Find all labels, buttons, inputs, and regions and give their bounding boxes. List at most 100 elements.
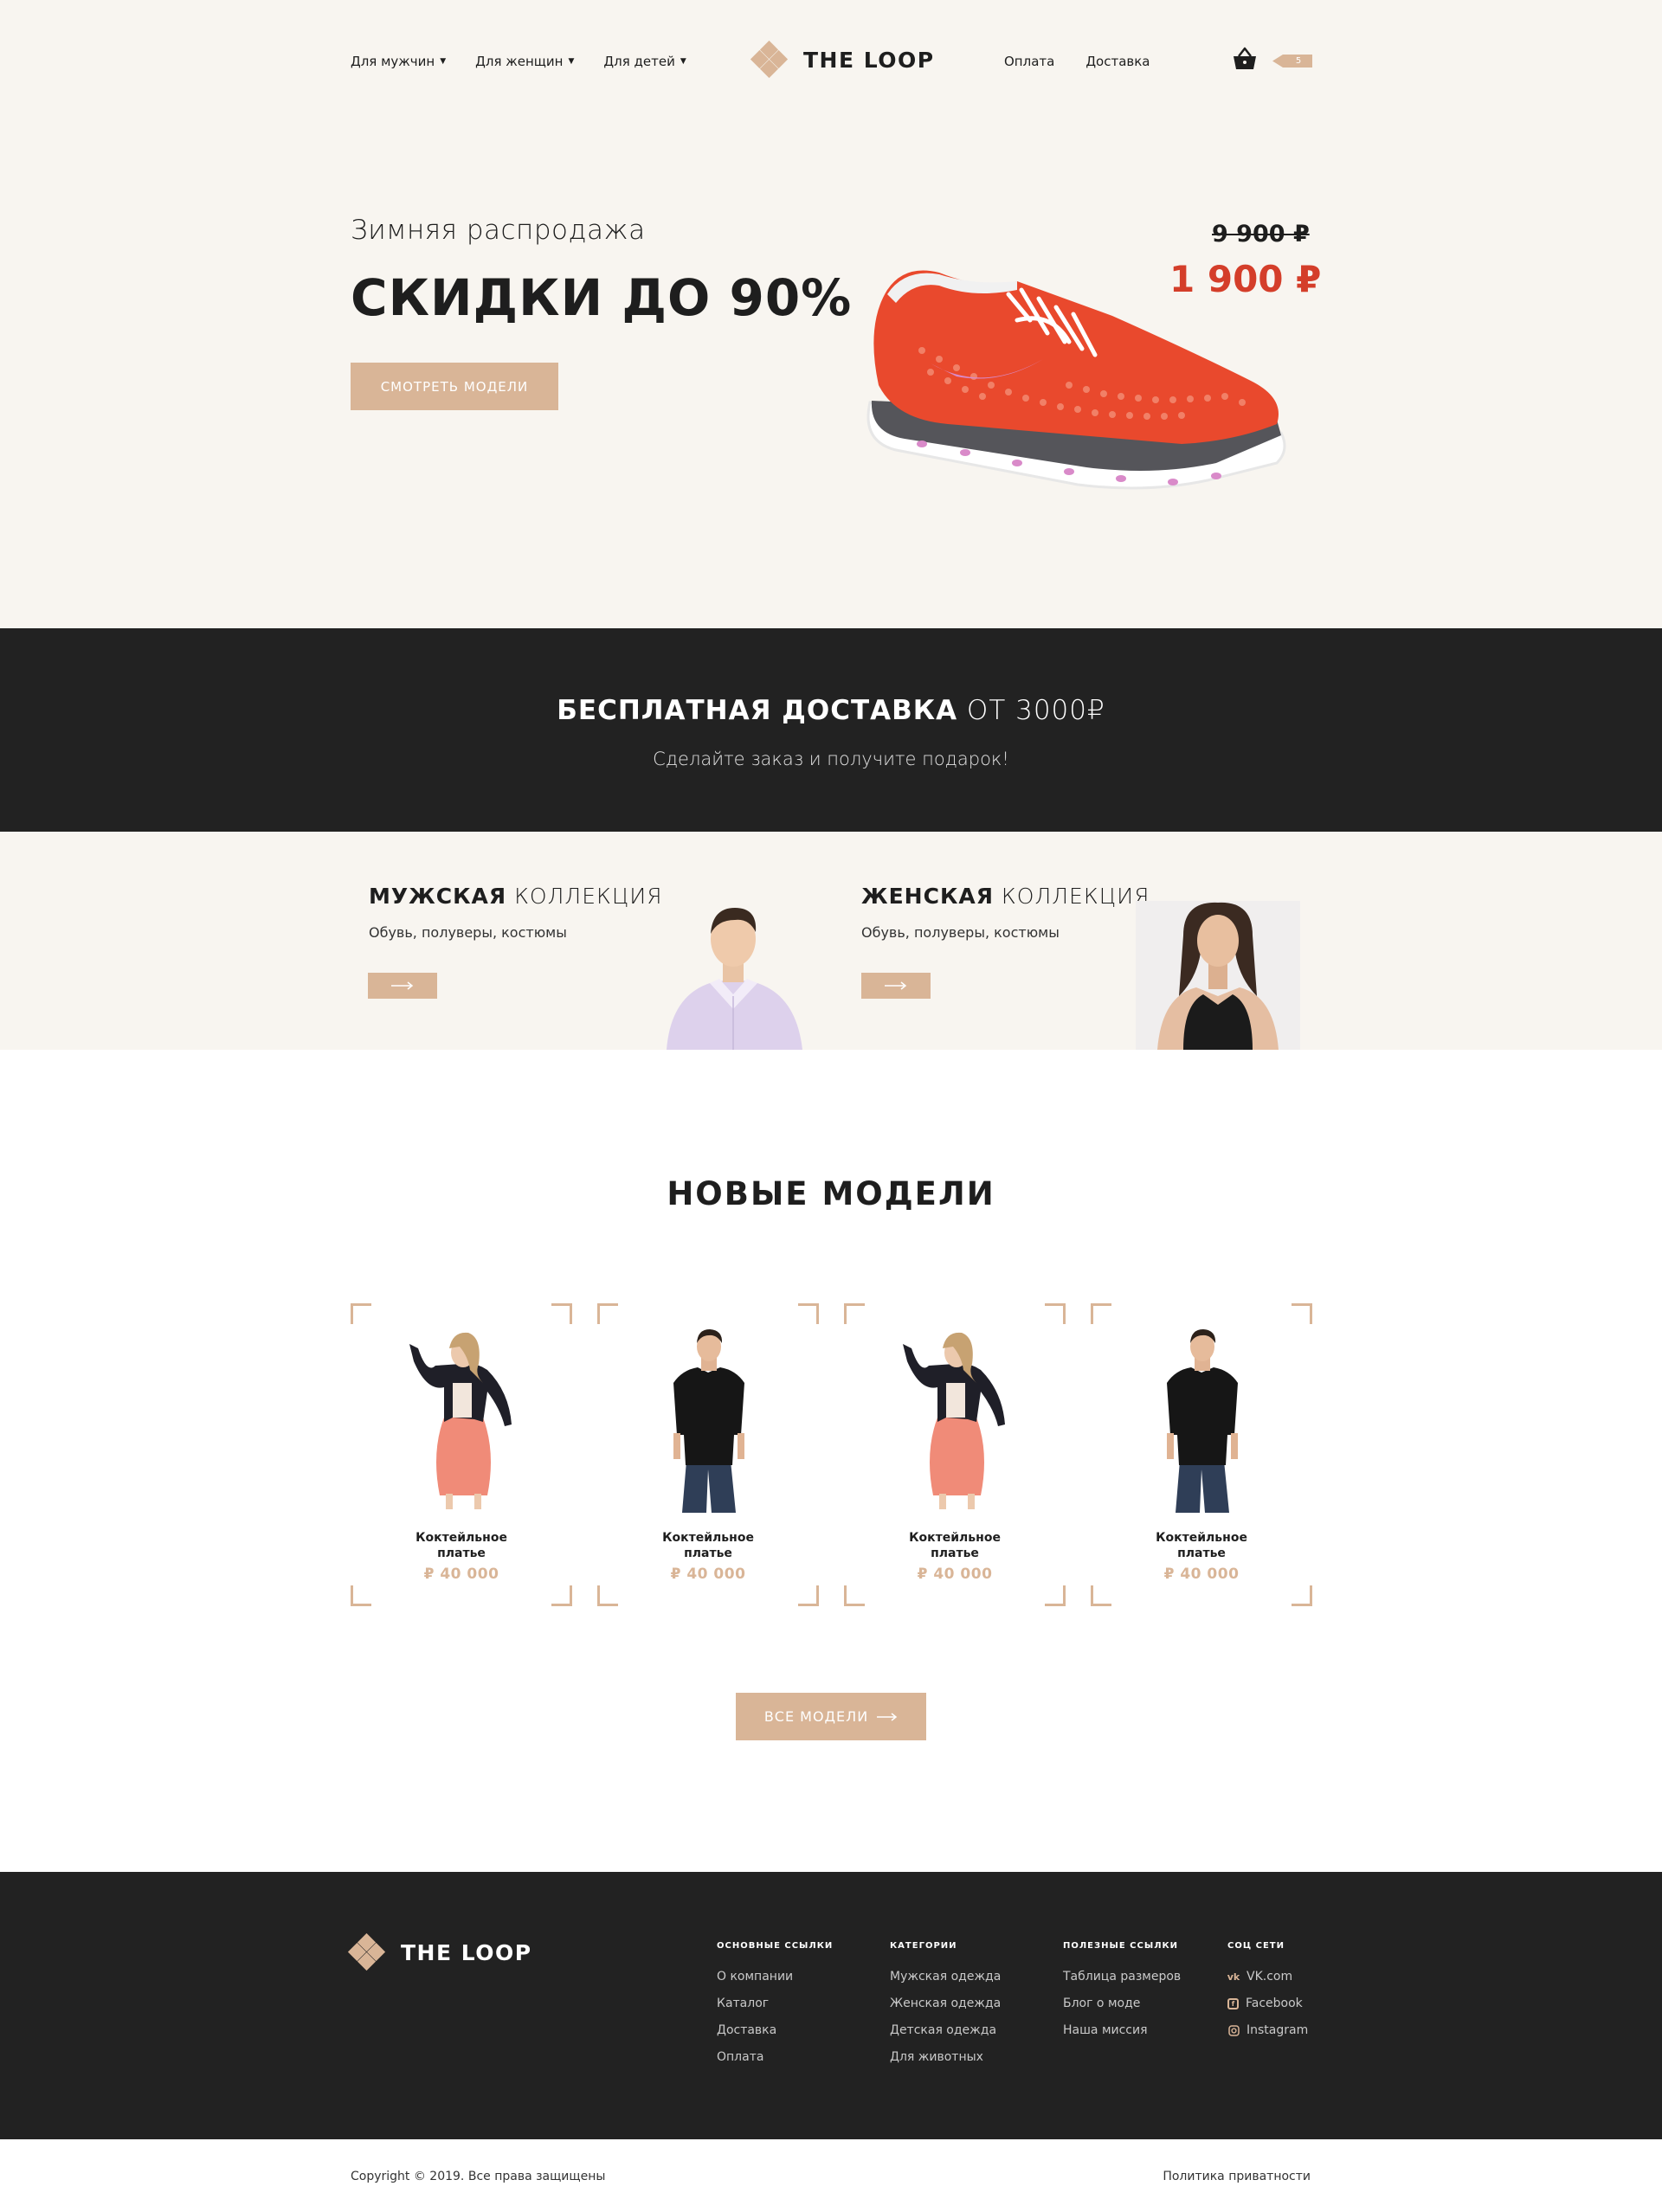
men-collection-button[interactable]: [368, 973, 437, 999]
logo-mark-icon: [347, 1932, 386, 1971]
logo-mark-icon: [750, 40, 789, 79]
arrow-right-icon: [877, 1712, 898, 1721]
frame-corner: [597, 1585, 618, 1606]
product-price: ₽ 40 000: [917, 1566, 993, 1583]
man-tshirt-image: [1167, 1329, 1238, 1513]
frame-corner: [1292, 1303, 1312, 1324]
footer-link-catalog[interactable]: Каталог: [717, 1997, 833, 2010]
footer-heading: КАТЕГОРИИ: [890, 1941, 957, 1951]
woman-dress-image: [409, 1332, 512, 1509]
nav-women-label: Для женщин: [475, 54, 564, 69]
product-card[interactable]: Коктейльное платье ₽ 40 000: [597, 1303, 819, 1606]
nav-men-label: Для мужчин: [351, 54, 435, 69]
nav-men[interactable]: Для мужчин ▼: [351, 54, 446, 69]
man-model-image: [667, 908, 802, 1050]
footer-link-mission[interactable]: Наша миссия: [1063, 2023, 1181, 2037]
women-collection-button[interactable]: [861, 973, 931, 999]
frame-corner: [798, 1303, 819, 1324]
collection-title: ЖЕНСКАЯ КОЛЛЕКЦИЯ: [861, 884, 1150, 909]
all-models-label: ВСЕ МОДЕЛИ: [763, 1708, 869, 1725]
hero-section: Для мужчин ▼ Для женщин ▼ Для детей ▼ TH…: [0, 0, 1662, 628]
frame-corner: [1045, 1303, 1066, 1324]
new-models-title: НОВЫЕ МОДЕЛИ: [667, 1175, 995, 1212]
footer-link-facebook[interactable]: f Facebook: [1227, 1997, 1308, 2010]
footer-link-sizes[interactable]: Таблица размеров: [1063, 1970, 1181, 1984]
women-collection: ЖЕНСКАЯ КОЛЛЕКЦИЯ Обувь, полуверы, костю…: [831, 832, 1662, 1050]
arrow-right-icon: [885, 981, 907, 990]
frame-corner: [351, 1585, 371, 1606]
footer-link-facebook-label: Facebook: [1246, 1997, 1303, 2010]
collection-title-rest: КОЛЛЕКЦИЯ: [993, 884, 1150, 909]
footer: THE LOOP ОСНОВНЫЕ ССЫЛКИ О компании Ката…: [0, 1872, 1662, 2139]
delivery-title-bold: БЕСПЛАТНАЯ ДОСТАВКА: [557, 695, 958, 726]
view-models-button[interactable]: СМОТРЕТЬ МОДЕЛИ: [351, 363, 558, 410]
footer-link-kids[interactable]: Детская одежда: [890, 2023, 1001, 2037]
footer-link-women[interactable]: Женская одежда: [890, 1997, 1001, 2010]
footer-logo-text: THE LOOP: [401, 1939, 532, 1965]
secondary-nav: Оплата Доставка: [1004, 54, 1150, 69]
delivery-title-rest: ОТ 3000₽: [957, 695, 1105, 726]
footer-column-main: ОСНОВНЫЕ ССЫЛКИ О компании Каталог Доста…: [717, 1941, 833, 2077]
cart-button[interactable]: [1231, 45, 1259, 73]
caret-down-icon: ▼: [680, 56, 686, 66]
nav-kids[interactable]: Для детей ▼: [603, 54, 686, 69]
frame-corner: [351, 1303, 371, 1324]
footer-heading: ОСНОВНЫЕ ССЫЛКИ: [717, 1941, 834, 1951]
logo-text: THE LOOP: [803, 47, 935, 73]
woman-dress-image: [903, 1332, 1005, 1509]
men-collection: МУЖСКАЯ КОЛЛЕКЦИЯ Обувь, полуверы, костю…: [0, 832, 831, 1050]
delivery-title: БЕСПЛАТНАЯ ДОСТАВКА ОТ 3000₽: [0, 695, 1662, 726]
footer-logo[interactable]: THE LOOP: [347, 1932, 532, 1971]
footer-link-payment[interactable]: Оплата: [717, 2050, 833, 2064]
nav-women[interactable]: Для женщин ▼: [475, 54, 574, 69]
instagram-icon: [1227, 2024, 1240, 2036]
new-price: 1 900 ₽: [1169, 258, 1322, 300]
collection-title-bold: ЖЕНСКАЯ: [861, 884, 994, 909]
logo[interactable]: THE LOOP: [750, 40, 935, 79]
hero-subtitle: Зимняя распродажа: [351, 215, 646, 246]
frame-corner: [1091, 1585, 1111, 1606]
footer-link-instagram[interactable]: Instagram: [1227, 2023, 1308, 2037]
frame-corner: [798, 1585, 819, 1606]
caret-down-icon: ▼: [440, 56, 447, 66]
footer-link-pets[interactable]: Для животных: [890, 2050, 1001, 2064]
nav-payment[interactable]: Оплата: [1004, 54, 1054, 69]
collection-desc: Обувь, полуверы, костюмы: [861, 924, 1060, 941]
frame-corner: [597, 1303, 618, 1324]
caret-down-icon: ▼: [568, 56, 575, 66]
product-name: Коктейльное платье: [909, 1531, 1001, 1560]
privacy-policy-link[interactable]: Политика приватности: [1163, 2170, 1311, 2183]
delivery-text: Сделайте заказ и получите подарок!: [653, 749, 1009, 769]
footer-link-men[interactable]: Мужская одежда: [890, 1970, 1001, 1984]
product-card[interactable]: Коктейльное платье ₽ 40 000: [351, 1303, 572, 1606]
footer-heading: ПОЛЕЗНЫЕ ССЫЛКИ: [1063, 1941, 1179, 1951]
footer-link-blog[interactable]: Блог о моде: [1063, 1997, 1181, 2010]
collection-title-bold: МУЖСКАЯ: [369, 884, 507, 909]
copyright: Copyright © 2019. Все права защищены: [351, 2170, 606, 2183]
all-models-button[interactable]: ВСЕ МОДЕЛИ: [736, 1693, 926, 1740]
footer-link-vk[interactable]: vk VK.com: [1227, 1970, 1308, 1984]
frame-corner: [844, 1303, 865, 1324]
footer-link-about[interactable]: О компании: [717, 1970, 833, 1984]
footer-link-delivery[interactable]: Доставка: [717, 2023, 833, 2037]
bottom-bar: Copyright © 2019. Все права защищены Пол…: [0, 2139, 1662, 2212]
footer-link-vk-label: VK.com: [1246, 1970, 1293, 1984]
frame-corner: [844, 1585, 865, 1606]
basket-icon: [1234, 47, 1256, 69]
footer-column-categories: КАТЕГОРИИ Мужская одежда Женская одежда …: [890, 1941, 1001, 2077]
frame-corner: [1091, 1303, 1111, 1324]
frame-corner: [551, 1585, 572, 1606]
nav-delivery[interactable]: Доставка: [1085, 54, 1150, 69]
product-price: ₽ 40 000: [423, 1566, 499, 1583]
collection-title-rest: КОЛЛЕКЦИЯ: [506, 884, 663, 909]
collection-title: МУЖСКАЯ КОЛЛЕКЦИЯ: [369, 884, 663, 909]
woman-model-image: [1136, 901, 1300, 1050]
product-card[interactable]: Коктейльное платье ₽ 40 000: [1091, 1303, 1312, 1606]
footer-column-social: СОЦ СЕТИ vk VK.com f Facebook Instagram: [1227, 1941, 1308, 2050]
frame-corner: [1045, 1585, 1066, 1606]
product-name: Коктейльное платье: [662, 1531, 754, 1560]
delivery-banner: БЕСПЛАТНАЯ ДОСТАВКА ОТ 3000₽ Сделайте за…: [0, 628, 1662, 832]
product-card[interactable]: Коктейльное платье ₽ 40 000: [844, 1303, 1066, 1606]
cart-count-badge: 5: [1272, 55, 1312, 68]
footer-heading: СОЦ СЕТИ: [1227, 1941, 1285, 1951]
